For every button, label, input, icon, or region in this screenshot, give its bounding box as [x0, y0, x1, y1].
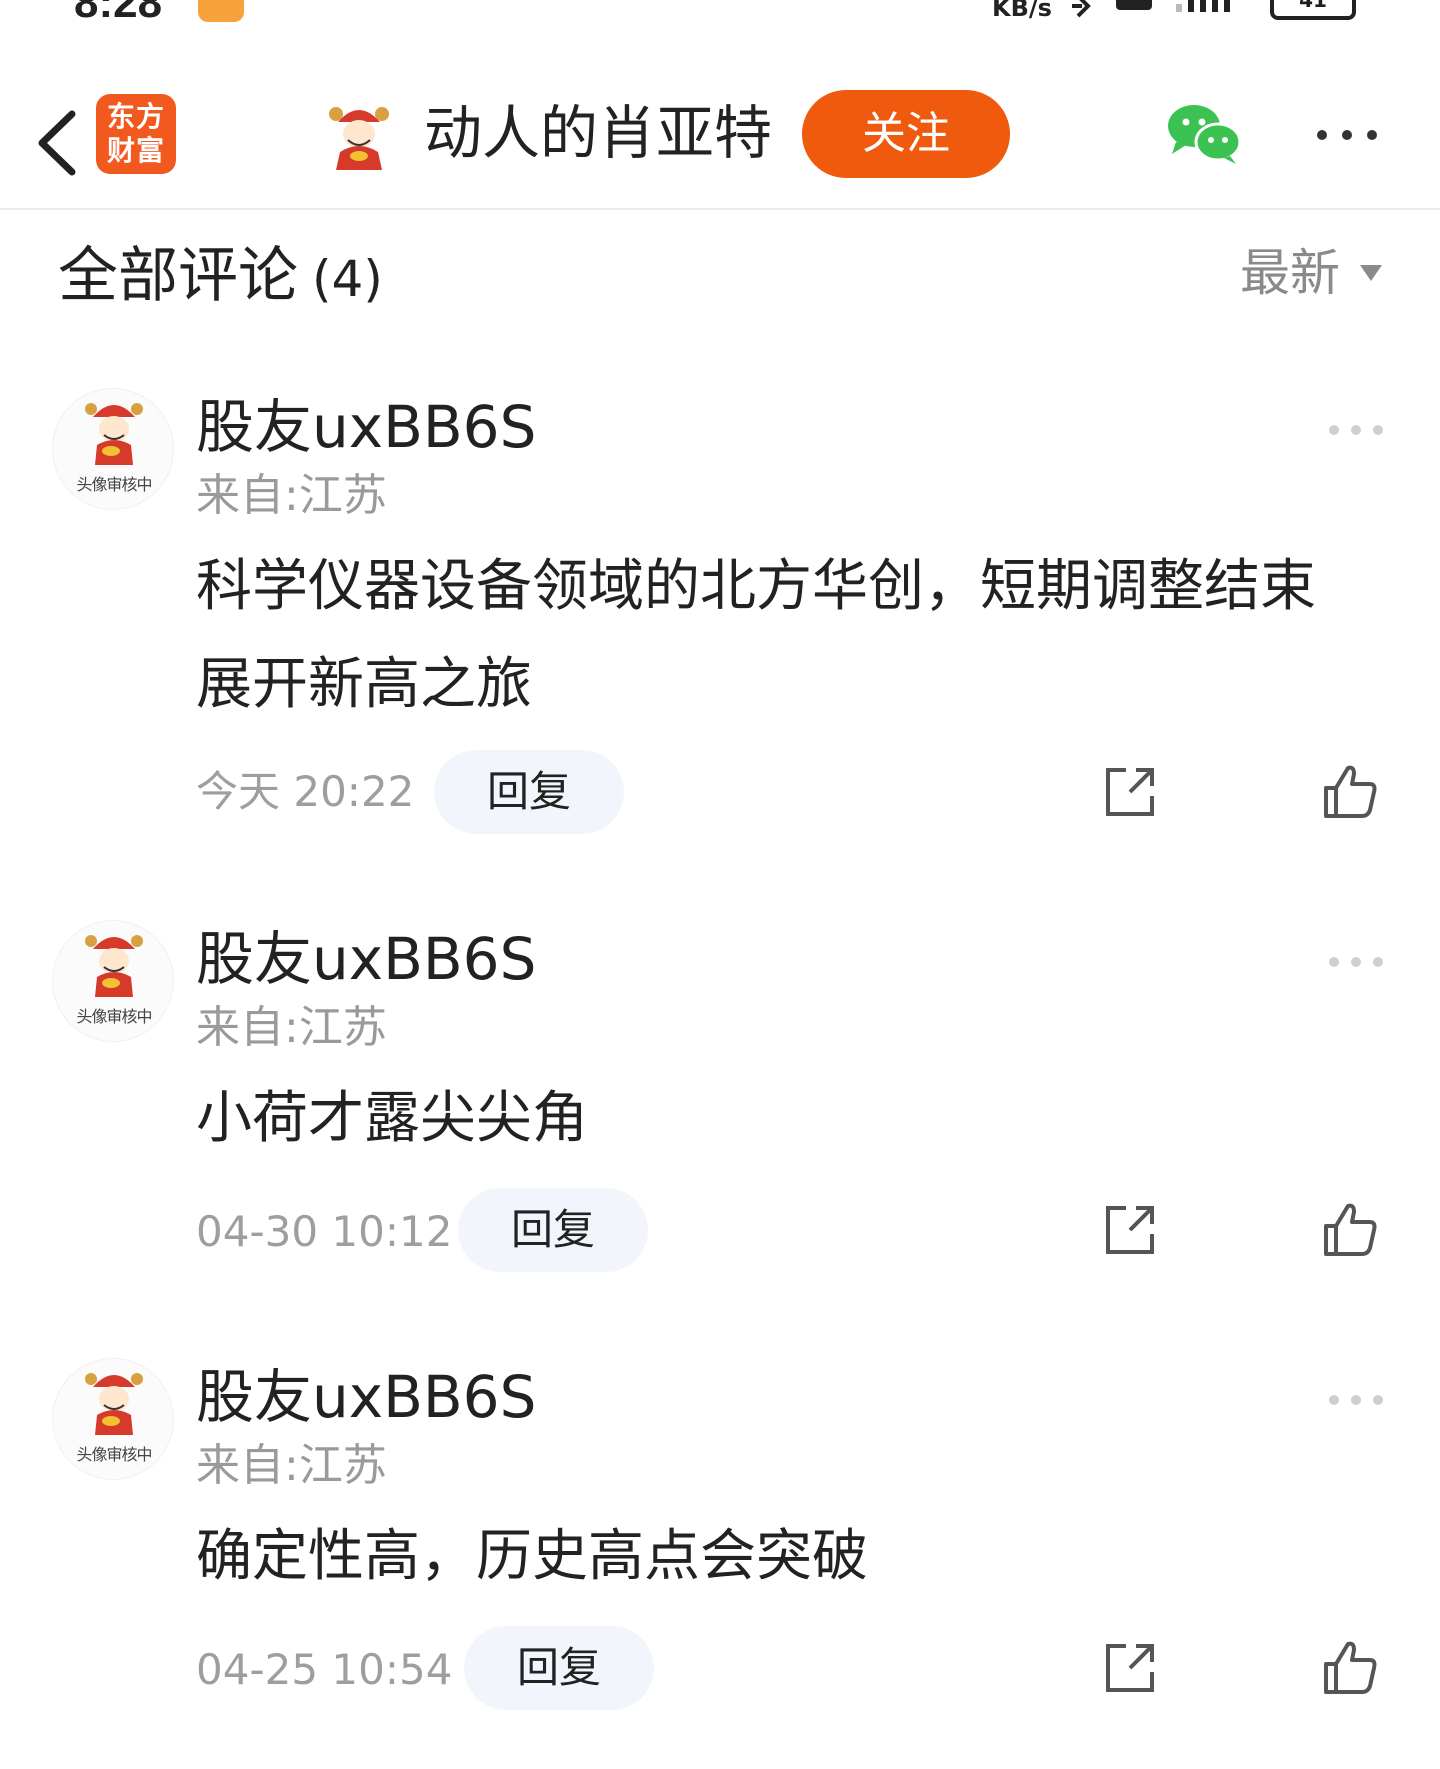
sort-dropdown[interactable]: 最新 [1240, 240, 1382, 306]
comment-username[interactable]: 股友uxBB6S [196, 924, 536, 994]
share-button[interactable] [1100, 1200, 1160, 1260]
wechat-share-button[interactable] [1166, 102, 1242, 166]
avatar-caption: 头像审核中 [76, 1445, 152, 1464]
reply-button[interactable]: 回复 [458, 1188, 648, 1272]
comments-count: (4) [312, 250, 383, 308]
comment-text-line: 科学仪器设备领域的北方华创，短期调整结束 [196, 554, 1316, 619]
battery-indicator: 41 [1270, 0, 1356, 20]
wechat-icon [1168, 105, 1242, 164]
comment-text-line: 小荷才露尖尖角 [196, 1086, 588, 1151]
comment-timestamp: 04-25 10:54 [196, 1645, 453, 1694]
author-name[interactable]: 动人的肖亚特 [424, 98, 772, 168]
like-button[interactable] [1320, 1200, 1380, 1260]
sort-label: 最新 [1240, 244, 1340, 302]
comments-title-label: 全部评论 [58, 241, 298, 311]
status-time: 8:28 [74, 0, 163, 27]
comment-more-icon[interactable] [1326, 1388, 1386, 1412]
status-bar: 8:28 ··· KB/s 41 [0, 0, 1440, 40]
more-horizontal-icon [1317, 130, 1377, 140]
share-icon [1106, 1206, 1154, 1254]
like-button[interactable] [1320, 1638, 1380, 1698]
comment-timestamp: 04-30 10:12 [196, 1207, 453, 1256]
comment-location: 来自:江苏 [196, 1002, 387, 1053]
comment-location: 来自:江苏 [196, 1440, 387, 1491]
comment-username[interactable]: 股友uxBB6S [196, 1362, 536, 1432]
comments-section-title: 全部评论 (4) [58, 236, 383, 316]
caret-down-icon [1360, 265, 1382, 281]
share-button[interactable] [1100, 762, 1160, 822]
comment-location: 来自:江苏 [196, 470, 387, 521]
comment-more-icon[interactable] [1326, 418, 1386, 442]
notification-more-indicator: ··· [262, 0, 308, 16]
thumbs-up-icon [1324, 765, 1377, 818]
reply-button[interactable]: 回复 [464, 1626, 654, 1710]
comment-item: 头像审核中 股友uxBB6S 来自:江苏 科学仪器设备领域的北方华创，短期调整结… [0, 388, 1440, 848]
comment-text-line: 展开新高之旅 [196, 652, 532, 717]
user-avatar[interactable]: 头像审核中 [52, 1358, 174, 1480]
avatar-caption: 头像审核中 [76, 1007, 152, 1026]
back-button[interactable] [26, 98, 86, 188]
avatar-caption: 头像审核中 [76, 475, 152, 494]
thumbs-up-icon [1324, 1203, 1377, 1256]
share-icon [1106, 768, 1154, 816]
comment-item: 头像审核中 股友uxBB6S 来自:江苏 确定性高，历史高点会突破 04-25 … [0, 1358, 1440, 1738]
follow-button[interactable]: 关注 [802, 90, 1010, 178]
comment-text: 小荷才露尖尖角 [196, 1070, 1396, 1168]
comment-item: 头像审核中 股友uxBB6S 来自:江苏 小荷才露尖尖角 04-30 10:12… [0, 920, 1440, 1300]
app-logo-text-bottom: 财富 [106, 134, 165, 167]
comment-text: 科学仪器设备领域的北方华创，短期调整结束 展开新高之旅 [196, 538, 1396, 734]
like-button[interactable] [1320, 762, 1380, 822]
chevron-left-icon [38, 110, 76, 176]
share-icon [1106, 1644, 1154, 1692]
comment-more-icon[interactable] [1326, 950, 1386, 974]
top-nav-bar: 东方 财富 动人的肖亚特 关注 [0, 80, 1440, 210]
comment-text-line: 确定性高，历史高点会突破 [196, 1524, 868, 1589]
network-speed: KB/s [992, 0, 1052, 22]
author-avatar[interactable] [326, 100, 392, 170]
notification-app-icon [198, 0, 244, 22]
share-button[interactable] [1100, 1638, 1160, 1698]
comment-timestamp: 今天 20:22 [196, 767, 415, 816]
user-avatar[interactable]: 头像审核中 [52, 388, 174, 510]
reply-button[interactable]: 回复 [434, 750, 624, 834]
more-options-button[interactable] [1312, 110, 1382, 160]
comment-text: 确定性高，历史高点会突破 [196, 1508, 1396, 1606]
app-logo-text-top: 东方 [106, 100, 165, 133]
comment-username[interactable]: 股友uxBB6S [196, 392, 536, 462]
app-logo[interactable]: 东方 财富 [96, 94, 176, 174]
thumbs-up-icon [1324, 1641, 1377, 1694]
user-avatar[interactable]: 头像审核中 [52, 920, 174, 1042]
